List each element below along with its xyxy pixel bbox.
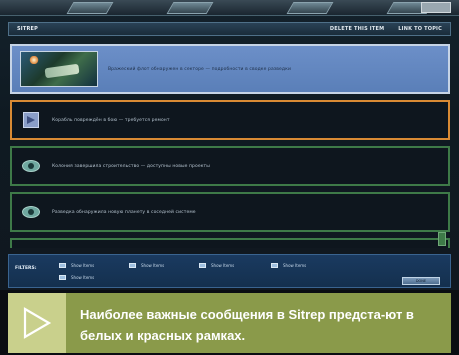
list-item[interactable]: Колония завершила строительство — доступ… xyxy=(10,146,450,186)
filter-option[interactable]: Show Items xyxy=(129,263,164,268)
filter-checkbox[interactable] xyxy=(59,275,66,280)
frame-notch xyxy=(66,2,114,14)
list-item[interactable]: Разведка обнаружила новую планету в сосе… xyxy=(10,192,450,232)
filter-checkbox[interactable] xyxy=(271,263,278,268)
ship-graphic xyxy=(44,63,80,79)
message-text: Колония завершила строительство — доступ… xyxy=(52,163,210,169)
message-text: Вражеский флот обнаружен в секторе — под… xyxy=(108,66,291,72)
message-list: Вражеский флот обнаружен в секторе — под… xyxy=(10,40,450,248)
filters-label: FILTERS: xyxy=(15,266,37,271)
event-thumbnail xyxy=(20,51,98,87)
filter-option[interactable]: Show Items xyxy=(271,263,306,268)
filter-checkbox[interactable] xyxy=(129,263,136,268)
scrollbar-thumb[interactable] xyxy=(438,232,446,246)
list-item[interactable] xyxy=(10,238,450,248)
filters-panel: FILTERS: Show Items Show Items Show Item… xyxy=(8,254,451,288)
done-button[interactable]: DONE xyxy=(402,277,440,285)
document-icon xyxy=(20,109,42,131)
game-screen: SITREP DELETE THIS ITEM LINK TO TOPIC Вр… xyxy=(0,0,459,290)
top-frame xyxy=(0,0,459,16)
message-text: Корабль повреждён в бою — требуется ремо… xyxy=(52,117,170,123)
sitrep-header: SITREP DELETE THIS ITEM LINK TO TOPIC xyxy=(8,22,451,36)
frame-notch xyxy=(286,2,334,14)
link-topic-button[interactable]: LINK TO TOPIC xyxy=(398,26,442,32)
frame-notch xyxy=(166,2,214,14)
filter-checkbox[interactable] xyxy=(59,263,66,268)
filter-option[interactable]: Show Items xyxy=(59,275,94,280)
play-arrow-icon xyxy=(23,307,52,339)
delete-item-button[interactable]: DELETE THIS ITEM xyxy=(330,26,384,32)
eye-icon xyxy=(20,155,42,177)
filter-option[interactable]: Show Items xyxy=(59,263,94,268)
message-text: Разведка обнаружила новую планету в сосе… xyxy=(52,209,196,215)
explosion-graphic xyxy=(29,56,39,64)
list-item[interactable]: Корабль повреждён в бою — требуется ремо… xyxy=(10,100,450,140)
caption-text: Наиболее важные сообщения в Sitrep предс… xyxy=(80,307,414,343)
list-item[interactable]: Вражеский флот обнаружен в секторе — под… xyxy=(10,44,450,94)
filter-checkbox[interactable] xyxy=(199,263,206,268)
eye-icon xyxy=(20,201,42,223)
sitrep-title: SITREP xyxy=(17,26,39,32)
eye-icon xyxy=(20,247,42,248)
caption-box: Наиболее важные сообщения в Sitrep предс… xyxy=(8,293,451,353)
arrow-panel xyxy=(8,293,66,353)
filter-option[interactable]: Show Items xyxy=(199,263,234,268)
window-tab[interactable] xyxy=(421,2,451,13)
